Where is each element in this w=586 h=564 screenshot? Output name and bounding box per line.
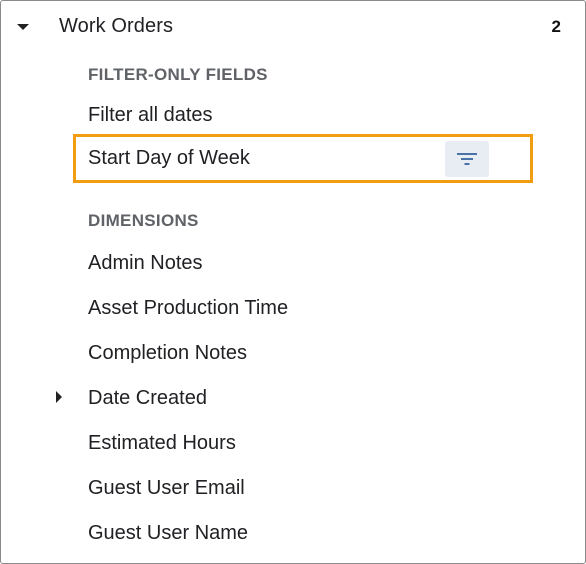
caret-right-icon[interactable] (56, 391, 62, 403)
section-label-dimensions: DIMENSIONS (88, 211, 199, 230)
field-item-guest-user-name[interactable]: Guest User Name (88, 522, 248, 545)
field-item-start-day-of-week[interactable]: Start Day of Week (73, 134, 533, 183)
filter-button[interactable] (445, 141, 489, 177)
field-group-date-created[interactable]: Date Created (88, 387, 207, 410)
field-item-estimated-hours[interactable]: Estimated Hours (88, 432, 236, 455)
field-item-admin-notes[interactable]: Admin Notes (88, 252, 203, 275)
field-item-completion-notes[interactable]: Completion Notes (88, 342, 247, 365)
selected-count-badge: 2 (551, 17, 561, 36)
section-label-filter-only: FILTER-ONLY FIELDS (88, 65, 268, 84)
filter-icon (457, 153, 477, 165)
field-item-label: Start Day of Week (88, 147, 250, 169)
field-item-guest-user-email[interactable]: Guest User Email (88, 477, 245, 500)
caret-down-icon[interactable] (17, 24, 29, 30)
view-title: Work Orders (59, 15, 174, 37)
field-item-filter-all-dates[interactable]: Filter all dates (88, 104, 213, 127)
field-item-asset-production-time[interactable]: Asset Production Time (88, 297, 288, 320)
field-picker-panel: Work Orders 2 FILTER-ONLY FIELDS Filter … (0, 0, 586, 564)
view-header-work-orders[interactable]: Work Orders 2 (1, 1, 585, 53)
